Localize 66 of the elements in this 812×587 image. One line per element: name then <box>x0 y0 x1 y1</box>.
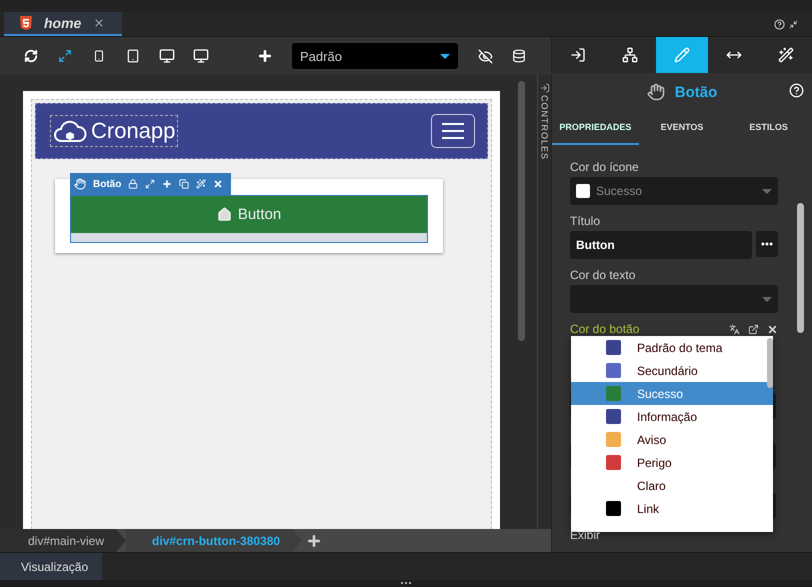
dropdown-option[interactable]: Sucesso <box>571 382 773 405</box>
component-title: Botão <box>674 84 718 100</box>
color-select[interactable]: Sucesso <box>570 177 778 205</box>
refresh-icon <box>24 49 38 63</box>
scrollbar[interactable] <box>797 203 804 333</box>
hand-icon <box>74 178 86 190</box>
dropdown-option[interactable]: Padrão do tema <box>571 336 773 359</box>
tree-icon <box>622 47 638 63</box>
more-button[interactable] <box>756 231 778 257</box>
property-tab[interactable]: EVENTOS <box>638 111 726 145</box>
bottom-tab[interactable]: Visualização <box>0 553 102 580</box>
help-icon[interactable] <box>774 18 785 30</box>
menu-button[interactable] <box>431 114 475 148</box>
database-icon <box>512 49 526 63</box>
pencil-icon <box>674 47 690 63</box>
add-icon[interactable] <box>306 532 322 548</box>
expand-icon[interactable] <box>145 179 156 189</box>
input-field[interactable]: Button <box>570 231 752 259</box>
monitor-icon <box>193 48 209 64</box>
wand-icon <box>778 47 794 63</box>
dropdown-option[interactable]: Perigo <box>571 451 773 474</box>
eye-off-icon <box>478 48 492 64</box>
external-link-icon[interactable] <box>748 324 759 334</box>
brand-logo: Cronapp <box>50 115 178 147</box>
component-label: Botão <box>93 178 122 190</box>
close-icon[interactable] <box>213 179 224 189</box>
property-tab[interactable]: PROPRIEDADES <box>552 111 639 145</box>
phone-icon <box>93 50 105 62</box>
side-tab[interactable]: CONTROLES <box>540 95 550 160</box>
expand-icon <box>58 49 72 63</box>
copy-icon[interactable] <box>179 179 190 189</box>
hand-icon <box>646 83 665 101</box>
dropdown-option[interactable]: Claro <box>571 474 773 497</box>
field-label: Cor do ícone <box>570 160 640 174</box>
scrollbar[interactable] <box>767 338 773 388</box>
home-icon <box>216 207 232 222</box>
breadcrumb-item[interactable]: div#main-view <box>0 529 126 552</box>
dropdown-option[interactable]: Informação <box>571 405 773 428</box>
dropdown-option[interactable]: Aviso <box>571 428 773 451</box>
close-icon[interactable] <box>93 17 106 29</box>
monitor-icon <box>159 48 175 64</box>
login-icon <box>570 47 586 63</box>
add-icon[interactable] <box>162 179 172 189</box>
tablet-icon <box>126 49 140 63</box>
controls-icon <box>540 83 550 93</box>
lock-icon[interactable] <box>128 179 138 189</box>
html5-icon <box>20 16 32 30</box>
field-label: Cor do botão <box>570 322 640 336</box>
field-label: Exibir <box>570 528 600 542</box>
plus-icon <box>257 48 273 64</box>
field-label: Cor do texto <box>570 268 636 282</box>
dropdown-option[interactable]: Link <box>571 497 773 520</box>
editor-tab[interactable]: home <box>4 12 122 36</box>
property-tab[interactable]: ESTILOS <box>725 111 812 145</box>
cloud-icon <box>53 118 87 144</box>
breadcrumb-item[interactable]: div#crn-button-380380 <box>126 529 302 552</box>
resize-handle[interactable] <box>401 582 411 584</box>
preview-button[interactable]: Button <box>71 196 427 233</box>
select-field[interactable] <box>570 285 778 313</box>
wand-icon[interactable] <box>196 179 206 189</box>
field-label: Título <box>570 214 602 228</box>
close-icon[interactable] <box>767 324 778 334</box>
theme-select[interactable]: Padrão <box>292 43 458 69</box>
translate-icon[interactable] <box>729 324 740 334</box>
restore-icon[interactable] <box>789 20 798 28</box>
scrollbar[interactable] <box>518 81 525 341</box>
